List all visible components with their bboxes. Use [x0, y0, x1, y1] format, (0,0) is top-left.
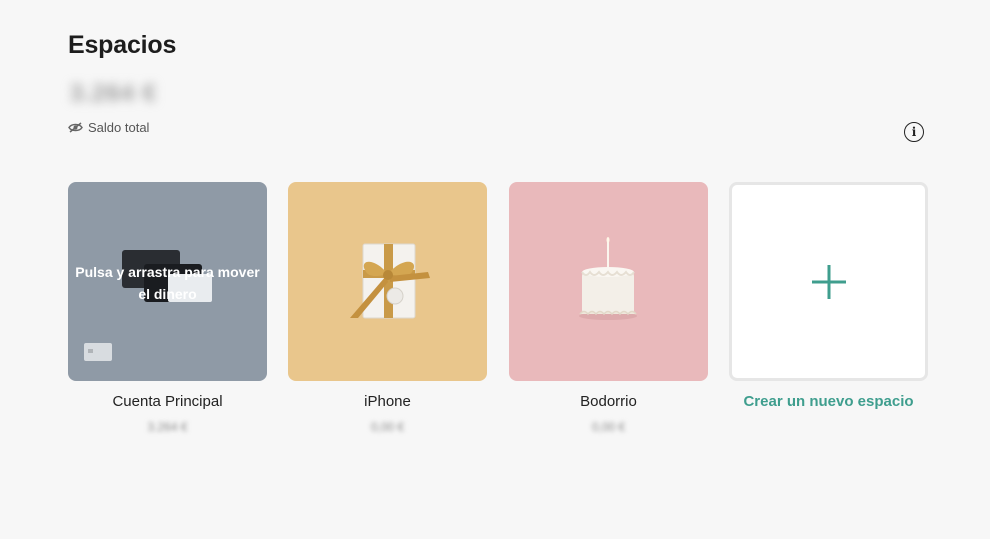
- drag-hint-text: Pulsa y arrastra para mover el dinero: [75, 264, 260, 302]
- space-name: Cuenta Principal: [112, 393, 223, 410]
- create-space-link[interactable]: Crear un nuevo espacio: [729, 393, 928, 410]
- space-amount: 3.264 €: [147, 420, 188, 434]
- space-tile-bodorrio[interactable]: [509, 182, 708, 381]
- info-icon[interactable]: i: [904, 122, 924, 142]
- balance-visibility-toggle[interactable]: Saldo total: [68, 120, 149, 135]
- total-balance-label: Saldo total: [88, 120, 150, 135]
- space-amount: 0,00 €: [370, 420, 405, 434]
- gift-illustration: [350, 243, 430, 319]
- total-balance-value: 3.264 €: [70, 80, 158, 107]
- space-name: Bodorrio: [580, 393, 637, 410]
- cake-illustration: [579, 237, 637, 320]
- space-iphone[interactable]: iPhone 0,00 €: [288, 182, 487, 434]
- eye-off-icon: [68, 122, 83, 133]
- space-bodorrio[interactable]: Bodorrio 0,00 €: [509, 182, 708, 434]
- plus-icon: [811, 264, 846, 299]
- page-title: Espacios: [68, 31, 177, 59]
- space-cuenta-principal[interactable]: Pulsa y arrastra para mover el dinero Cu…: [68, 182, 267, 434]
- space-tile-cuenta-principal[interactable]: Pulsa y arrastra para mover el dinero: [68, 182, 267, 381]
- create-space-button[interactable]: [729, 182, 928, 381]
- space-name: iPhone: [364, 393, 411, 410]
- create-space[interactable]: Crear un nuevo espacio: [729, 182, 928, 410]
- spaces-page: Espacios 3.264 € Saldo total i Pulsa y a…: [0, 0, 990, 539]
- card-icon: [84, 343, 112, 361]
- space-amount: 0,00 €: [591, 420, 626, 434]
- space-tile-iphone[interactable]: [288, 182, 487, 381]
